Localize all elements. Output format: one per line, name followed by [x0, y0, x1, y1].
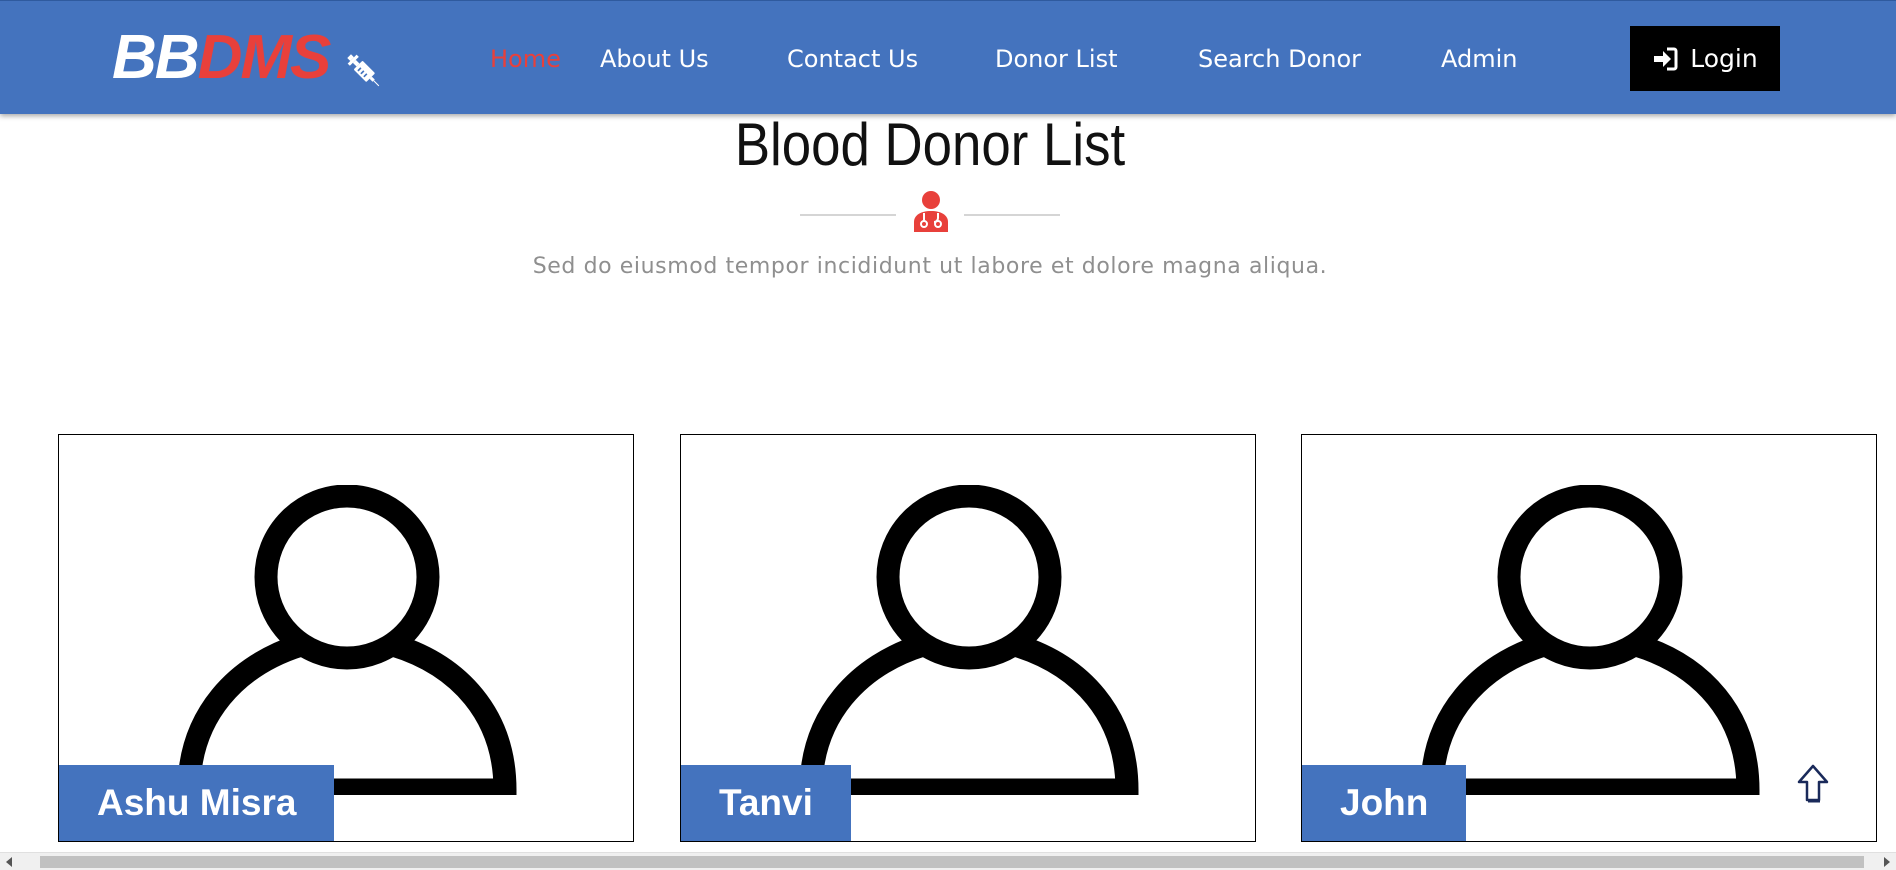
user-placeholder-icon: [799, 485, 1139, 795]
nav-search-donor[interactable]: Search Donor: [1198, 41, 1361, 77]
nav-about-us[interactable]: About Us: [600, 41, 709, 77]
arrow-up-icon[interactable]: [1796, 763, 1830, 805]
donor-name: Ashu Misra: [59, 765, 335, 841]
user-placeholder-icon: [177, 485, 517, 795]
nav-donor-list[interactable]: Donor List: [995, 41, 1118, 77]
user-doctor-icon: [912, 190, 950, 232]
syringe-icon: [343, 41, 385, 87]
divider-right: [964, 214, 1060, 216]
login-label: Login: [1690, 44, 1758, 73]
nav-home[interactable]: Home: [490, 41, 561, 77]
donor-name: Tanvi: [681, 765, 851, 841]
brand-part-1: BB: [112, 23, 200, 92]
nav-admin[interactable]: Admin: [1441, 41, 1518, 77]
sign-in-icon: [1654, 47, 1678, 70]
brand-logo[interactable]: BB DMS: [112, 23, 385, 93]
user-placeholder-icon: [1420, 485, 1760, 795]
scroll-left-icon[interactable]: [6, 857, 12, 867]
donor-card[interactable]: John: [1301, 434, 1877, 842]
horizontal-scrollbar[interactable]: [0, 852, 1896, 870]
login-button[interactable]: Login: [1630, 26, 1780, 91]
donor-name: John: [1302, 765, 1467, 841]
divider-left: [800, 214, 896, 216]
scroll-right-icon[interactable]: [1884, 857, 1890, 867]
donor-card[interactable]: Tanvi: [680, 434, 1256, 842]
scrollbar-thumb[interactable]: [40, 856, 1864, 868]
nav-contact-us[interactable]: Contact Us: [787, 41, 918, 77]
donor-card[interactable]: Ashu Misra: [58, 434, 634, 842]
brand-part-2: DMS: [197, 23, 332, 92]
navbar: BB DMS Home About Us Contact Us Donor Lis…: [0, 0, 1896, 114]
section-subtitle: Sed do eiusmod tempor incididunt ut labo…: [532, 254, 1328, 279]
page-title: Blood Donor List: [734, 111, 1126, 178]
